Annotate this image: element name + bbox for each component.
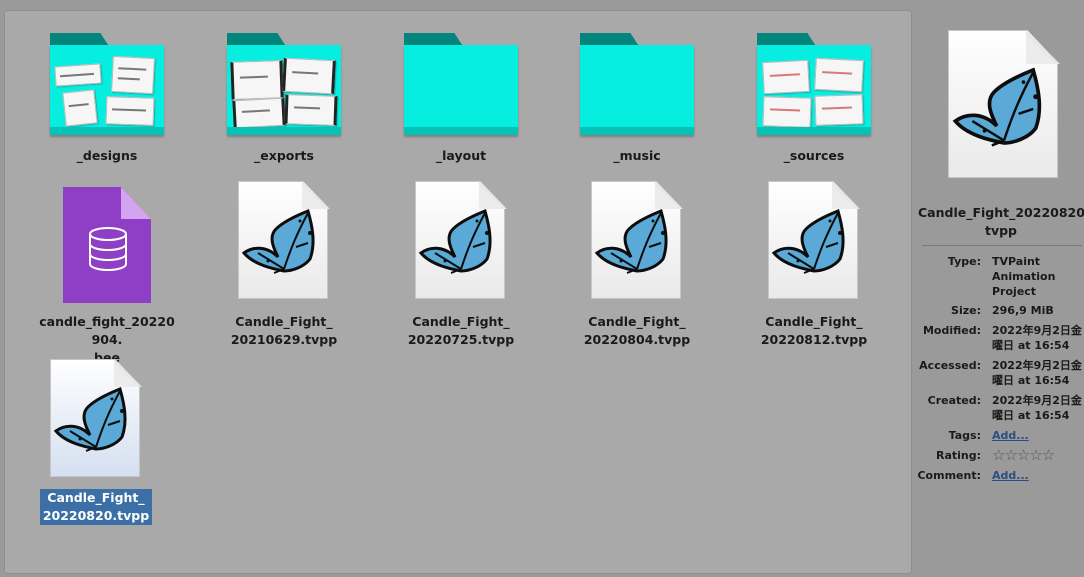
folder-icon <box>50 33 164 137</box>
file-bee[interactable]: candle_fight_20220904. bee <box>32 187 182 367</box>
item-label: Candle_Fight_ 20220804.tvpp <box>583 314 691 347</box>
butterfly-icon <box>418 208 492 274</box>
tvpp-file-icon <box>768 181 860 301</box>
folder-icon <box>227 33 341 137</box>
butterfly-icon <box>771 208 845 274</box>
butterfly-icon <box>53 386 127 452</box>
database-icon <box>89 227 127 271</box>
comment-add-link[interactable]: Add... <box>992 469 1029 482</box>
file-tvpp-20220725[interactable]: Candle_Fight_ 20220725.tvpp <box>386 181 536 349</box>
folder-layout[interactable]: _layout <box>386 33 536 165</box>
butterfly-icon <box>594 208 668 274</box>
item-label: Candle_Fight_ 20220820.tvpp <box>39 489 153 525</box>
panel-file-name: Candle_Fight_20220820. tvpp <box>918 205 1084 238</box>
information-panel: Candle_Fight_20220820. tvpp Type: TVPaint… <box>917 0 1084 577</box>
item-label: Candle_Fight_ 20220725.tvpp <box>407 314 515 347</box>
file-tvpp-20220820-selected[interactable]: Candle_Fight_ 20220820.tvpp <box>21 359 171 525</box>
item-label: _exports <box>254 148 314 163</box>
folder-exports[interactable]: _exports <box>209 33 359 165</box>
folder-music[interactable]: _music <box>562 33 712 165</box>
tvpp-file-icon <box>591 181 683 301</box>
item-label: Candle_Fight_ 20210629.tvpp <box>230 314 338 347</box>
tvpp-file-icon <box>238 181 330 301</box>
panel-divider <box>922 245 1082 246</box>
preview-thumbnail <box>948 30 1060 180</box>
folder-sources[interactable]: _sources <box>739 33 889 165</box>
database-file-icon <box>63 187 151 303</box>
butterfly-icon <box>241 208 315 274</box>
file-tvpp-20220804[interactable]: Candle_Fight_ 20220804.tvpp <box>562 181 712 349</box>
folder-icon <box>580 33 694 137</box>
item-label: Candle_Fight_ 20220812.tvpp <box>760 314 868 347</box>
item-label: _layout <box>435 148 487 163</box>
folder-icon <box>757 33 871 137</box>
item-label: _music <box>613 148 661 163</box>
butterfly-icon <box>952 67 1042 147</box>
rating-stars[interactable]: ☆☆☆☆☆ <box>992 448 1084 463</box>
item-label: _designs <box>76 148 138 163</box>
file-tvpp-20210629[interactable]: Candle_Fight_ 20210629.tvpp <box>209 181 359 349</box>
file-tvpp-20220812[interactable]: Candle_Fight_ 20220812.tvpp <box>739 181 889 349</box>
item-label: _sources <box>783 148 845 163</box>
tvpp-file-icon <box>415 181 507 301</box>
folder-icon <box>404 33 518 137</box>
file-icon-view[interactable]: _designs _exports _layout _music _source… <box>4 10 912 574</box>
tags-add-link[interactable]: Add... <box>992 429 1029 442</box>
folder-designs[interactable]: _designs <box>32 33 182 165</box>
tvpp-file-icon <box>50 359 142 479</box>
